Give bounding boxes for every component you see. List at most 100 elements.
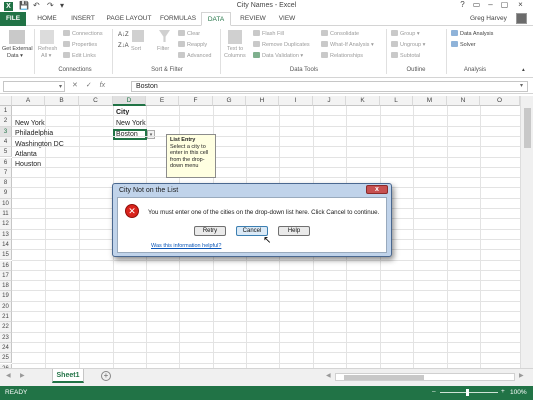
ribbon-display-options-icon[interactable]: ▭ xyxy=(470,0,483,9)
row-header[interactable]: 2 xyxy=(0,116,12,127)
column-header-b[interactable]: B xyxy=(45,96,79,106)
tab-formulas[interactable]: FORMULAS xyxy=(158,12,198,26)
feedback-link[interactable]: Was this information helpful? xyxy=(151,243,221,249)
row-header[interactable]: 7 xyxy=(0,167,12,179)
zoom-slider[interactable] xyxy=(440,392,498,393)
active-cell-d3[interactable]: Boston xyxy=(113,129,147,140)
cell-a3[interactable]: Philadelphia xyxy=(15,129,53,139)
cell-d1[interactable]: City xyxy=(116,108,129,118)
customize-qat-icon[interactable]: ▾ xyxy=(60,1,64,10)
column-header-f[interactable]: F xyxy=(179,96,213,106)
advanced-button[interactable]: Advanced xyxy=(178,52,211,59)
row-header[interactable]: 23 xyxy=(0,332,12,343)
sort-za-icon[interactable]: Z↓A xyxy=(118,43,129,49)
sheet-nav-prev-icon[interactable]: ◀ xyxy=(6,372,11,379)
avatar[interactable] xyxy=(516,13,527,24)
flash-fill-button[interactable]: Flash Fill xyxy=(253,30,284,37)
data-analysis-button[interactable]: Data Analysis xyxy=(451,30,493,37)
help-icon[interactable]: ? xyxy=(456,0,469,9)
zoom-out-button[interactable]: – xyxy=(432,388,436,395)
zoom-slider-thumb[interactable] xyxy=(466,389,469,396)
help-button[interactable]: Help xyxy=(278,226,310,236)
formula-input[interactable]: Boston xyxy=(131,81,528,92)
row-header[interactable]: 22 xyxy=(0,322,12,333)
edit-links-button[interactable]: Edit Links xyxy=(63,52,96,59)
cell-a2[interactable]: New York xyxy=(15,119,45,129)
get-external-data-label-1[interactable]: Get External xyxy=(2,46,33,52)
cell-d2[interactable]: New York xyxy=(116,119,146,129)
row-header[interactable]: 10 xyxy=(0,198,12,209)
cancel-entry-icon[interactable]: ✕ xyxy=(72,82,78,89)
cell-a4[interactable]: Washington DC xyxy=(15,140,64,150)
what-if-analysis-button[interactable]: What-If Analysis ▾ xyxy=(321,41,374,48)
row-header[interactable]: 20 xyxy=(0,301,12,312)
row-header[interactable]: 14 xyxy=(0,239,12,251)
restore-button[interactable]: ▢ xyxy=(498,0,511,9)
cell-a6[interactable]: Houston xyxy=(15,160,41,170)
sort-button[interactable]: Sort xyxy=(131,46,141,52)
row-header[interactable]: 15 xyxy=(0,250,12,261)
tab-file[interactable]: FILE xyxy=(0,12,26,26)
hscroll-left-icon[interactable]: ◀ xyxy=(326,372,331,379)
insert-function-icon[interactable]: fx xyxy=(100,82,105,89)
row-header[interactable]: 11 xyxy=(0,209,12,220)
column-header-e[interactable]: E xyxy=(146,96,179,106)
tab-review[interactable]: REVIEW xyxy=(235,12,271,26)
retry-button[interactable]: Retry xyxy=(194,226,226,236)
column-header-m[interactable]: M xyxy=(413,96,447,106)
sort-az-icon[interactable]: A↓Z xyxy=(118,32,129,38)
refresh-all-label-1[interactable]: Refresh xyxy=(38,46,57,52)
row-header[interactable]: 8 xyxy=(0,178,12,189)
group-button[interactable]: Group ▾ xyxy=(391,30,420,37)
column-header-l[interactable]: L xyxy=(380,96,413,106)
solver-button[interactable]: Solver xyxy=(451,41,476,48)
row-header[interactable]: 5 xyxy=(0,147,12,158)
redo-icon[interactable]: ↷ xyxy=(47,1,54,10)
text-to-columns-label-1[interactable]: Text to xyxy=(227,46,243,52)
row-header[interactable]: 18 xyxy=(0,281,12,292)
add-sheet-button[interactable]: + xyxy=(101,371,111,381)
save-icon[interactable]: 💾 xyxy=(19,1,29,10)
tab-page-layout[interactable]: PAGE LAYOUT xyxy=(104,12,154,26)
tab-view[interactable]: VIEW xyxy=(274,12,300,26)
vertical-scrollbar[interactable] xyxy=(520,96,533,368)
tab-data[interactable]: DATA xyxy=(201,12,231,26)
column-header-i[interactable]: I xyxy=(279,96,313,106)
row-header[interactable]: 19 xyxy=(0,291,12,302)
filter-button[interactable]: Filter xyxy=(157,46,169,52)
connections-button[interactable]: Connections xyxy=(63,30,103,37)
column-header-o[interactable]: O xyxy=(480,96,520,106)
subtotal-button[interactable]: Subtotal xyxy=(391,52,420,59)
collapse-ribbon-icon[interactable]: ▴ xyxy=(522,67,525,73)
row-header[interactable]: 4 xyxy=(0,136,12,148)
column-header-d[interactable]: D xyxy=(113,96,146,106)
row-header[interactable]: 6 xyxy=(0,157,12,168)
get-external-data-label-2[interactable]: Data ▾ xyxy=(7,53,23,59)
tab-home[interactable]: HOME xyxy=(32,12,62,26)
column-header-g[interactable]: G xyxy=(213,96,246,106)
minimize-button[interactable]: – xyxy=(484,0,497,9)
dialog-close-button[interactable]: x xyxy=(366,185,388,194)
zoom-in-button[interactable]: + xyxy=(501,388,505,395)
row-header[interactable]: 1 xyxy=(0,106,12,117)
column-header-j[interactable]: J xyxy=(313,96,346,106)
sheet-tab-sheet1[interactable]: Sheet1 xyxy=(52,369,84,383)
row-header[interactable]: 13 xyxy=(0,229,12,240)
zoom-level[interactable]: 100% xyxy=(510,389,527,396)
hscroll-right-icon[interactable]: ▶ xyxy=(519,372,524,379)
scroll-thumb[interactable] xyxy=(524,108,531,148)
row-header[interactable]: 24 xyxy=(0,342,12,354)
select-all-corner[interactable] xyxy=(0,96,12,106)
hscroll-thumb[interactable] xyxy=(344,375,424,380)
column-header-c[interactable]: C xyxy=(79,96,113,106)
relationships-button[interactable]: Relationships xyxy=(321,52,363,59)
column-header-n[interactable]: N xyxy=(447,96,480,106)
validation-dropdown-icon[interactable]: ▾ xyxy=(147,130,155,139)
ungroup-button[interactable]: Ungroup ▾ xyxy=(391,41,425,48)
remove-duplicates-button[interactable]: Remove Duplicates xyxy=(253,41,310,48)
row-header[interactable]: 25 xyxy=(0,353,12,364)
refresh-all-label-2[interactable]: All ▾ xyxy=(41,53,51,59)
sheet-nav-next-icon[interactable]: ▶ xyxy=(20,372,25,379)
column-header-h[interactable]: H xyxy=(246,96,279,106)
column-header-k[interactable]: K xyxy=(346,96,380,106)
